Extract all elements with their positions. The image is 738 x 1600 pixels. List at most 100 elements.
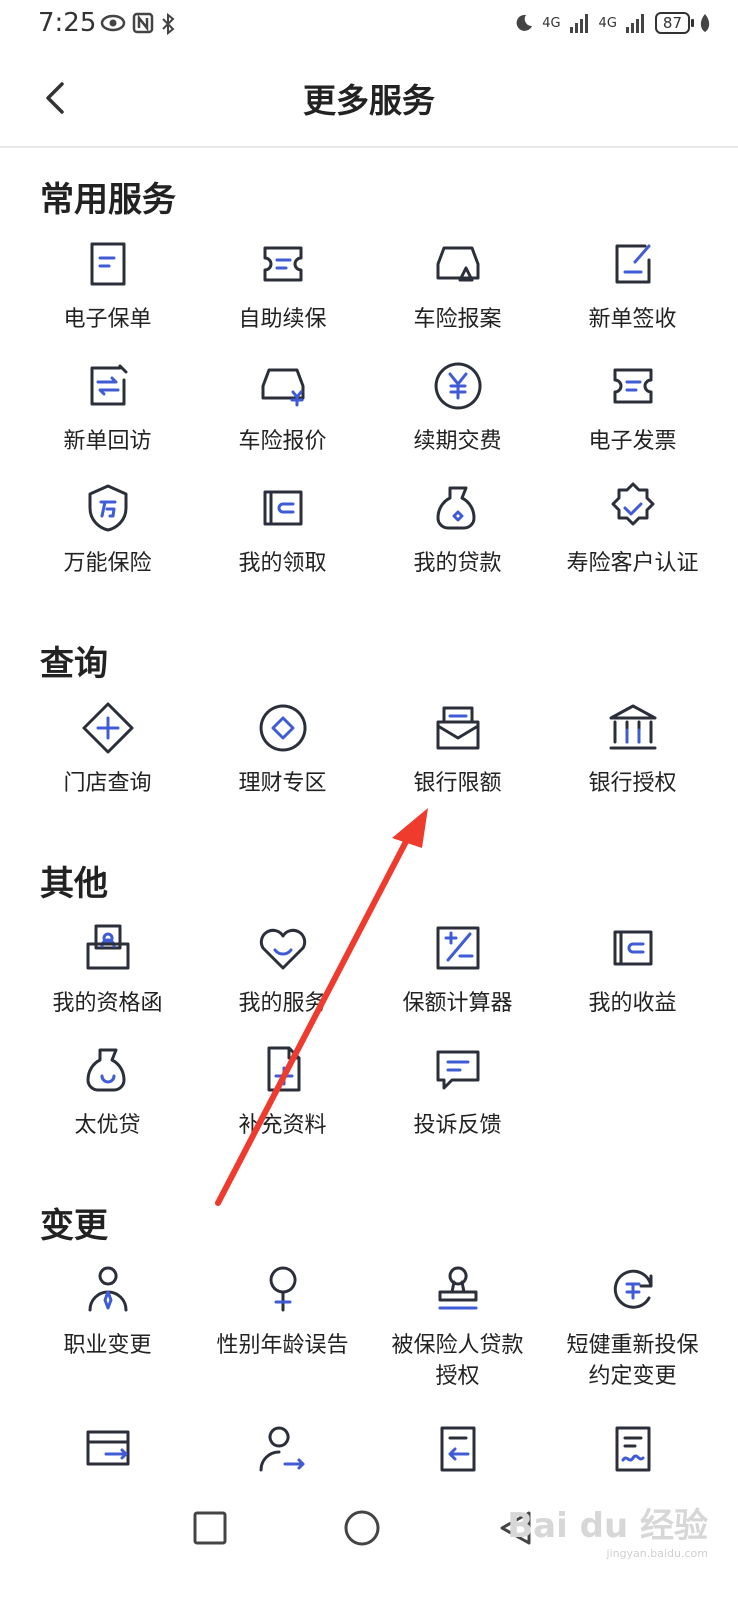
service-item[interactable]: 太优贷	[20, 1032, 195, 1154]
service-label: 性别年龄误告	[216, 1333, 349, 1358]
service-item[interactable]: 银行限额	[370, 690, 545, 812]
page-title: 更多服务	[303, 81, 435, 120]
service-label: 寿险客户认证	[566, 551, 699, 576]
grid-query: 门店查询 理财专区 银行限额 银行授权	[20, 690, 720, 812]
section-title-common: 常用服务	[40, 180, 176, 220]
service-label: 新单回访	[63, 429, 152, 454]
service-label: 门店查询	[63, 771, 152, 796]
car-quote-icon	[255, 358, 311, 414]
heart-service-icon	[255, 920, 311, 976]
service-label: 电子保单	[63, 307, 152, 332]
service-item[interactable]: 新单回访	[20, 348, 195, 470]
service-label: 车险报案	[413, 307, 502, 332]
moon-icon	[516, 14, 533, 31]
service-item[interactable]: 我的收益	[545, 910, 720, 1032]
service-item[interactable]: 车险报价	[195, 348, 370, 470]
service-item[interactable]: 自助续保	[195, 226, 370, 348]
service-item[interactable]: 我的贷款	[370, 470, 545, 592]
page-header: 更多服务	[0, 54, 738, 148]
policy-icon	[80, 236, 136, 292]
service-item[interactable]: 电子保单	[20, 226, 195, 348]
service-label: 新单签收	[588, 307, 677, 332]
service-item[interactable]: 门店查询	[20, 690, 195, 812]
loan-bag-icon	[80, 1042, 136, 1098]
service-label: 被保险人贷款 授权	[391, 1333, 524, 1389]
service-label: 职业变更	[63, 1333, 152, 1358]
service-label: 车险报价	[238, 429, 327, 454]
status-bar: 7:25 4G 4G 87	[0, 0, 738, 54]
universal-insurance-icon	[80, 480, 136, 536]
battery-indicator: 87	[654, 12, 695, 34]
money-bag-icon	[430, 480, 486, 536]
sign-icon	[605, 236, 661, 292]
car-claim-icon	[430, 236, 486, 292]
service-item[interactable]: 万能保险	[20, 470, 195, 592]
service-item[interactable]: 车险报案	[370, 226, 545, 348]
service-item[interactable]: 职业变更	[20, 1252, 195, 1374]
status-time: 7:25	[38, 8, 97, 38]
service-item[interactable]: 我的领取	[195, 470, 370, 592]
service-item[interactable]: 寿险客户认证	[545, 470, 720, 592]
renewal-icon	[255, 236, 311, 292]
service-item[interactable]: 理财专区	[195, 690, 370, 812]
status-left-icons	[100, 12, 176, 36]
store-search-icon	[80, 700, 136, 756]
revisit-icon	[80, 358, 136, 414]
service-item[interactable]: 补充资料	[195, 1032, 370, 1154]
qualification-icon	[80, 920, 136, 976]
stamp-icon	[430, 1262, 486, 1318]
service-item[interactable]: 保额计算器	[370, 910, 545, 1032]
card-transfer-icon	[80, 1422, 136, 1478]
network-label-2: 4G	[598, 15, 617, 31]
earnings-icon	[605, 920, 661, 976]
leaf-icon	[700, 14, 710, 32]
verified-badge-icon	[605, 480, 661, 536]
service-label: 太优贷	[74, 1113, 141, 1138]
service-item[interactable]: 电子发票	[545, 348, 720, 470]
invoice-icon	[605, 358, 661, 414]
service-item[interactable]: 被保险人贷款 授权	[370, 1252, 545, 1412]
bank-limit-icon	[430, 700, 486, 756]
network-label-1: 4G	[542, 15, 561, 31]
service-label: 我的服务	[238, 991, 327, 1016]
finance-icon	[255, 700, 311, 756]
service-item[interactable]: 我的服务	[195, 910, 370, 1032]
service-item[interactable]: 新单签收	[545, 226, 720, 348]
watermark-brand: Bai du 经验	[507, 1506, 708, 1546]
service-item[interactable]: 银行授权	[545, 690, 720, 812]
service-label: 自助续保	[238, 307, 327, 332]
service-label: 投诉反馈	[413, 1113, 502, 1138]
recents-square-icon[interactable]	[190, 1508, 230, 1548]
service-label: 短健重新投保 约定变更	[566, 1333, 699, 1389]
service-item[interactable]: 短健重新投保 约定变更	[545, 1252, 720, 1412]
section-title-other: 其他	[40, 864, 108, 904]
service-label: 我的收益	[588, 991, 677, 1016]
bluetooth-icon	[162, 12, 175, 36]
baidu-watermark: Bai du 经验 jingyan.baidu.com	[507, 1498, 708, 1560]
signal-icon	[569, 14, 588, 33]
signal-icon	[625, 14, 644, 33]
home-circle-icon[interactable]	[342, 1508, 382, 1548]
nfc-icon	[132, 12, 154, 34]
service-label: 银行限额	[413, 771, 502, 796]
service-item[interactable]: 性别年龄误告	[195, 1252, 370, 1374]
service-label: 我的领取	[238, 551, 327, 576]
document-sign-icon	[605, 1422, 661, 1478]
service-label: 保额计算器	[402, 991, 513, 1016]
feedback-icon	[430, 1042, 486, 1098]
service-label: 理财专区	[238, 771, 327, 796]
service-item[interactable]: 投诉反馈	[370, 1032, 545, 1154]
service-label: 电子发票	[588, 429, 677, 454]
occupation-icon	[80, 1262, 136, 1318]
add-document-icon	[255, 1042, 311, 1098]
status-right-icons: 4G 4G 87	[512, 12, 712, 34]
person-transfer-icon	[255, 1422, 311, 1478]
service-label: 我的贷款	[413, 551, 502, 576]
eye-icon	[100, 14, 126, 32]
section-title-query: 查询	[40, 644, 108, 684]
reinsure-icon	[605, 1262, 661, 1318]
grid-other: 我的资格函 我的服务 保额计算器 我的收益太优贷 补充资料 投诉反馈	[20, 910, 720, 1154]
service-item[interactable]: 续期交费	[370, 348, 545, 470]
service-item[interactable]: 我的资格函	[20, 910, 195, 1032]
document-return-icon	[430, 1422, 486, 1478]
